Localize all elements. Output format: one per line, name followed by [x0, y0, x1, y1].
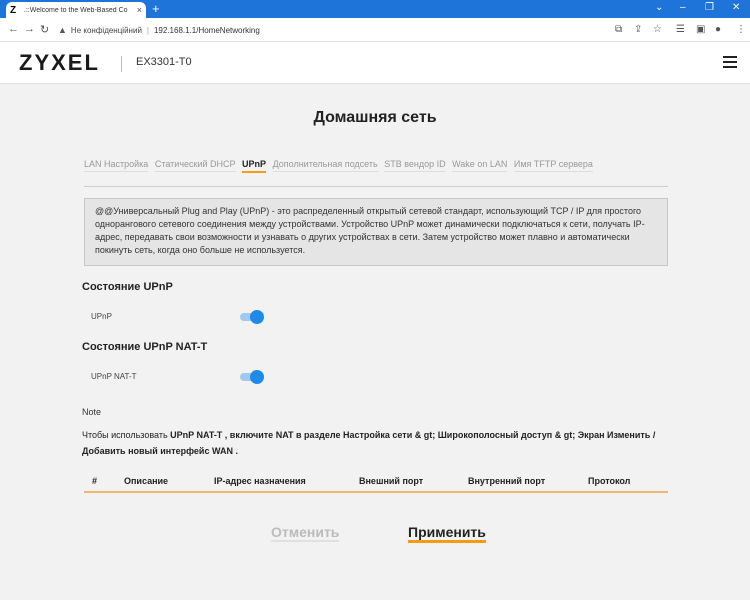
url-field[interactable]: ▲ Не конфіденційний | 192.168.1.1/HomeNe… [58, 22, 618, 38]
apply-button[interactable]: Применить [408, 524, 486, 543]
new-tab-icon[interactable]: + [152, 2, 160, 16]
main-content: Домашняя сеть LAN Настройка Статический … [0, 85, 750, 600]
sub-tabs: LAN Настройка Статический DHCP UPnP Допо… [84, 157, 668, 173]
tab-lan-settings[interactable]: LAN Настройка [84, 157, 149, 172]
reload-icon[interactable]: ↻ [40, 23, 49, 36]
col-external-port: Внешний порт [359, 476, 424, 486]
nat-t-label: UPnP NAT-T [91, 372, 137, 381]
reading-list-icon[interactable]: ☰ [676, 24, 685, 35]
toggle-knob [250, 310, 264, 324]
note-label: Note [82, 407, 102, 417]
page-header: ZYXEL EX3301-T0 [0, 42, 750, 84]
upnp-label: UPnP [91, 312, 112, 321]
side-panel-icon[interactable]: ▣ [696, 24, 705, 35]
tab-tftp-server-name[interactable]: Имя TFTP сервера [513, 157, 593, 172]
warning-icon: ▲ [58, 25, 67, 35]
toggle-knob [250, 370, 264, 384]
upnp-section-title: Состояние UPnP [82, 281, 173, 293]
minimize-icon[interactable]: – [680, 2, 686, 13]
col-destination-ip: IP-адрес назначения [214, 476, 306, 486]
note-text: Чтобы использовать UPnP NAT-T , включите… [82, 427, 668, 459]
col-description: Описание [124, 476, 169, 486]
forward-icon[interactable]: → [24, 23, 35, 35]
col-number: # [92, 476, 98, 486]
back-icon[interactable]: ← [8, 23, 19, 35]
hamburger-menu-icon[interactable] [723, 56, 737, 68]
cancel-button[interactable]: Отменить [271, 524, 340, 542]
zyxel-logo[interactable]: ZYXEL [19, 50, 100, 76]
translate-icon[interactable]: ⧉ [615, 24, 622, 35]
tab-wake-on-lan[interactable]: Wake on LAN [452, 157, 508, 172]
address-bar: ← → ↻ ▲ Не конфіденційний | 192.168.1.1/… [0, 18, 750, 42]
browser-tab-bar: Z .::Welcome to the Web-Based Co × + ⌄ –… [0, 0, 750, 18]
page-title: Домашняя сеть [313, 109, 437, 126]
tabs-divider [84, 186, 668, 187]
tab-static-dhcp[interactable]: Статический DHCP [154, 157, 236, 172]
window-close-icon[interactable]: ✕ [732, 2, 740, 13]
profile-icon[interactable]: ● [715, 24, 721, 35]
security-warning[interactable]: Не конфіденційний [71, 26, 142, 35]
maximize-icon[interactable]: ❐ [705, 2, 714, 13]
tab-upnp[interactable]: UPnP [242, 157, 267, 173]
col-internal-port: Внутренний порт [468, 476, 546, 486]
col-protocol: Протокол [588, 476, 631, 486]
tab-stb-vendor-id[interactable]: STB вендор ID [384, 157, 446, 172]
browser-tab[interactable]: Z .::Welcome to the Web-Based Co × [6, 2, 146, 18]
share-icon[interactable]: ⇪ [634, 24, 642, 35]
device-model: EX3301-T0 [136, 56, 192, 68]
bookmark-star-icon[interactable]: ☆ [653, 24, 662, 35]
tab-additional-subnet[interactable]: Дополнительная подсеть [272, 157, 378, 172]
upnp-description: @@Универсальный Plug and Play (UPnP) - э… [84, 198, 668, 266]
url-separator: | [146, 25, 149, 35]
upnp-toggle[interactable] [240, 310, 264, 324]
header-divider [121, 56, 122, 72]
browser-menu-icon[interactable]: ⋮ [736, 24, 746, 35]
nat-t-section-title: Состояние UPnP NAT-T [82, 341, 208, 353]
url-text[interactable]: 192.168.1.1/HomeNetworking [154, 26, 260, 35]
nat-t-toggle[interactable] [240, 370, 264, 384]
tab-search-icon[interactable]: ⌄ [655, 2, 663, 13]
port-mapping-table-header: # Описание IP-адрес назначения Внешний п… [84, 473, 668, 493]
browser-tab-title: .::Welcome to the Web-Based Co [23, 6, 128, 14]
tab-close-icon[interactable]: × [137, 5, 142, 15]
note-prefix: Чтобы использовать [82, 430, 171, 440]
zyxel-favicon-icon: Z [10, 4, 17, 16]
